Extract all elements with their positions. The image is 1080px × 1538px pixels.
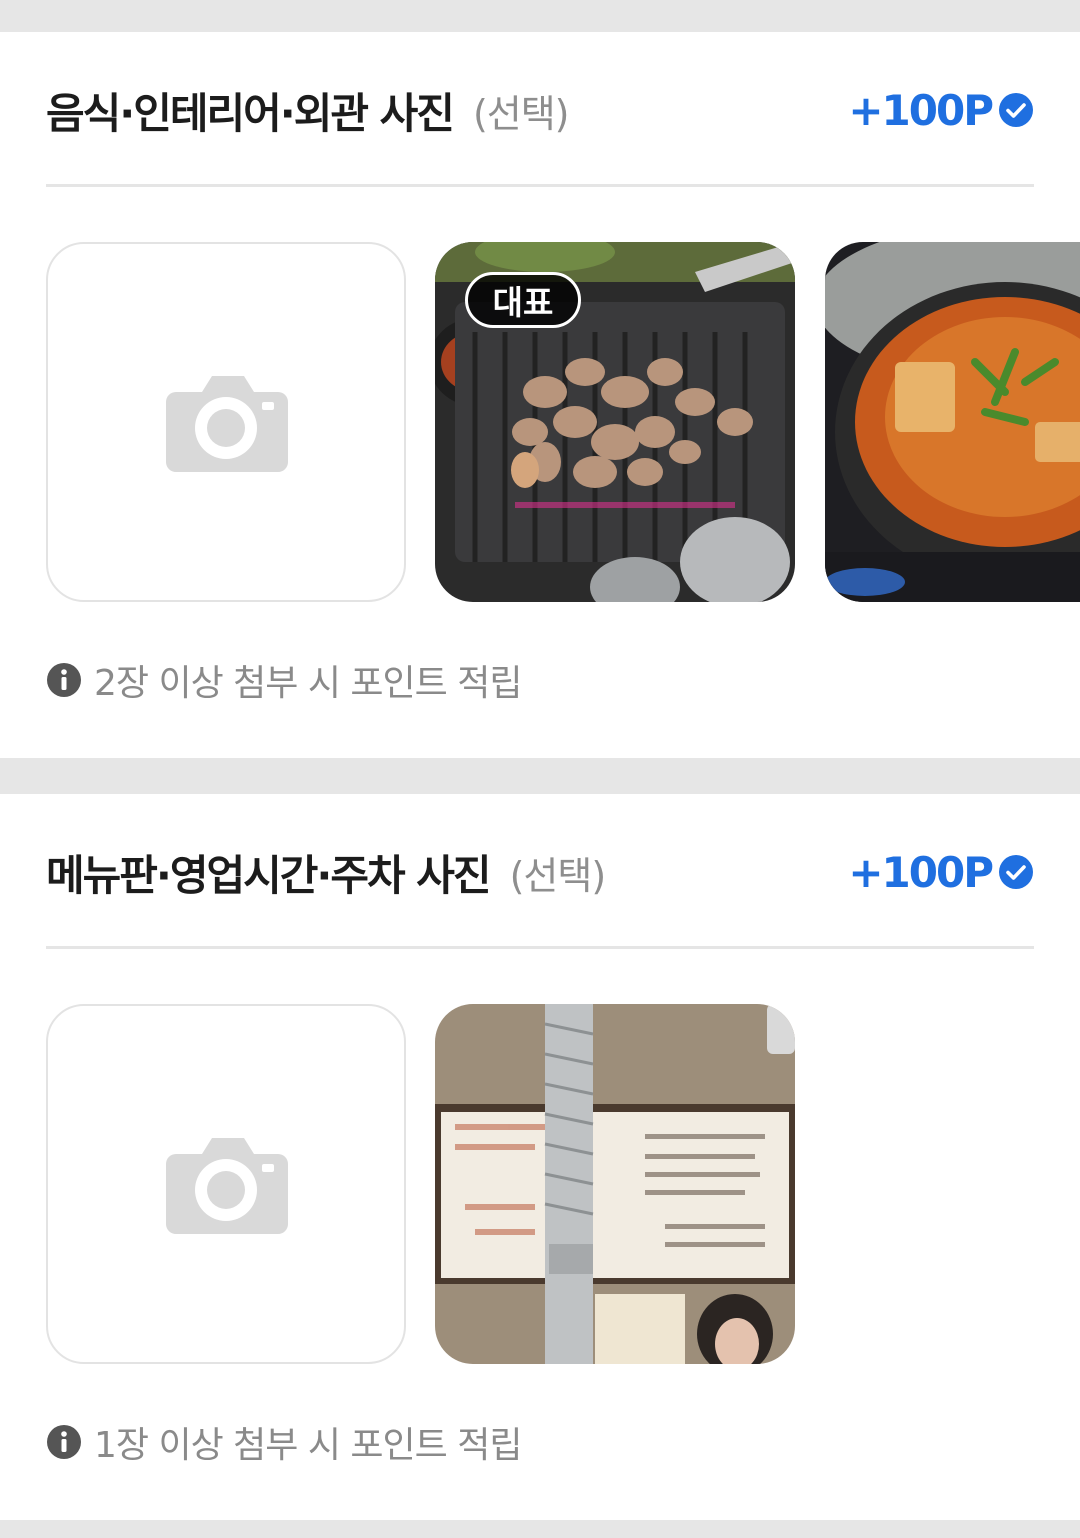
points-reward: +100P	[848, 86, 1034, 135]
add-photo-button[interactable]	[46, 1004, 406, 1364]
check-circle-icon	[999, 93, 1033, 127]
note-text: 1장 이상 첨부 시 포인트 적립	[94, 1425, 522, 1466]
section-header: 음식·인테리어·외관 사진 (선택) +100P	[46, 82, 1034, 138]
menu-board-image	[435, 1004, 795, 1364]
photo-thumbnail-kimchi-stew[interactable]	[825, 242, 1080, 602]
check-circle-icon	[999, 855, 1033, 889]
photo-list: 대표	[46, 242, 1080, 602]
points-note: 1장 이상 첨부 시 포인트 적립	[46, 1416, 522, 1468]
add-photo-button[interactable]	[46, 242, 406, 602]
points-label: +100P	[848, 847, 994, 897]
note-text: 2장 이상 첨부 시 포인트 적립	[94, 663, 522, 704]
section-title: 메뉴판·영업시간·주차 사진	[46, 850, 492, 900]
points-reward: +100P	[848, 848, 1034, 897]
camera-icon	[166, 1138, 288, 1234]
food-interior-exterior-photo-section: 음식·인테리어·외관 사진 (선택) +100P 대표 2장 이상 첨부 시 포…	[0, 32, 1080, 758]
optional-label: (선택)	[472, 91, 570, 136]
optional-label: (선택)	[509, 853, 607, 898]
photo-thumbnail-menu-board[interactable]	[435, 1004, 795, 1364]
section-header: 메뉴판·영업시간·주차 사진 (선택) +100P	[46, 844, 1034, 900]
representative-badge: 대표	[465, 272, 581, 328]
kimchi-stew-image	[825, 242, 1080, 602]
points-label: +100P	[848, 85, 994, 135]
camera-icon	[166, 376, 288, 472]
section-title: 음식·인테리어·외관 사진	[46, 88, 455, 138]
divider	[46, 946, 1034, 949]
divider	[46, 184, 1034, 187]
points-note: 2장 이상 첨부 시 포인트 적립	[46, 654, 522, 706]
photo-thumbnail-grilled-pork[interactable]: 대표	[435, 242, 795, 602]
info-icon	[47, 663, 81, 697]
photo-list	[46, 1004, 1080, 1364]
info-icon	[47, 1425, 81, 1459]
menu-hours-parking-photo-section: 메뉴판·영업시간·주차 사진 (선택) +100P 1장 이상 첨부 시 포인트…	[0, 794, 1080, 1520]
